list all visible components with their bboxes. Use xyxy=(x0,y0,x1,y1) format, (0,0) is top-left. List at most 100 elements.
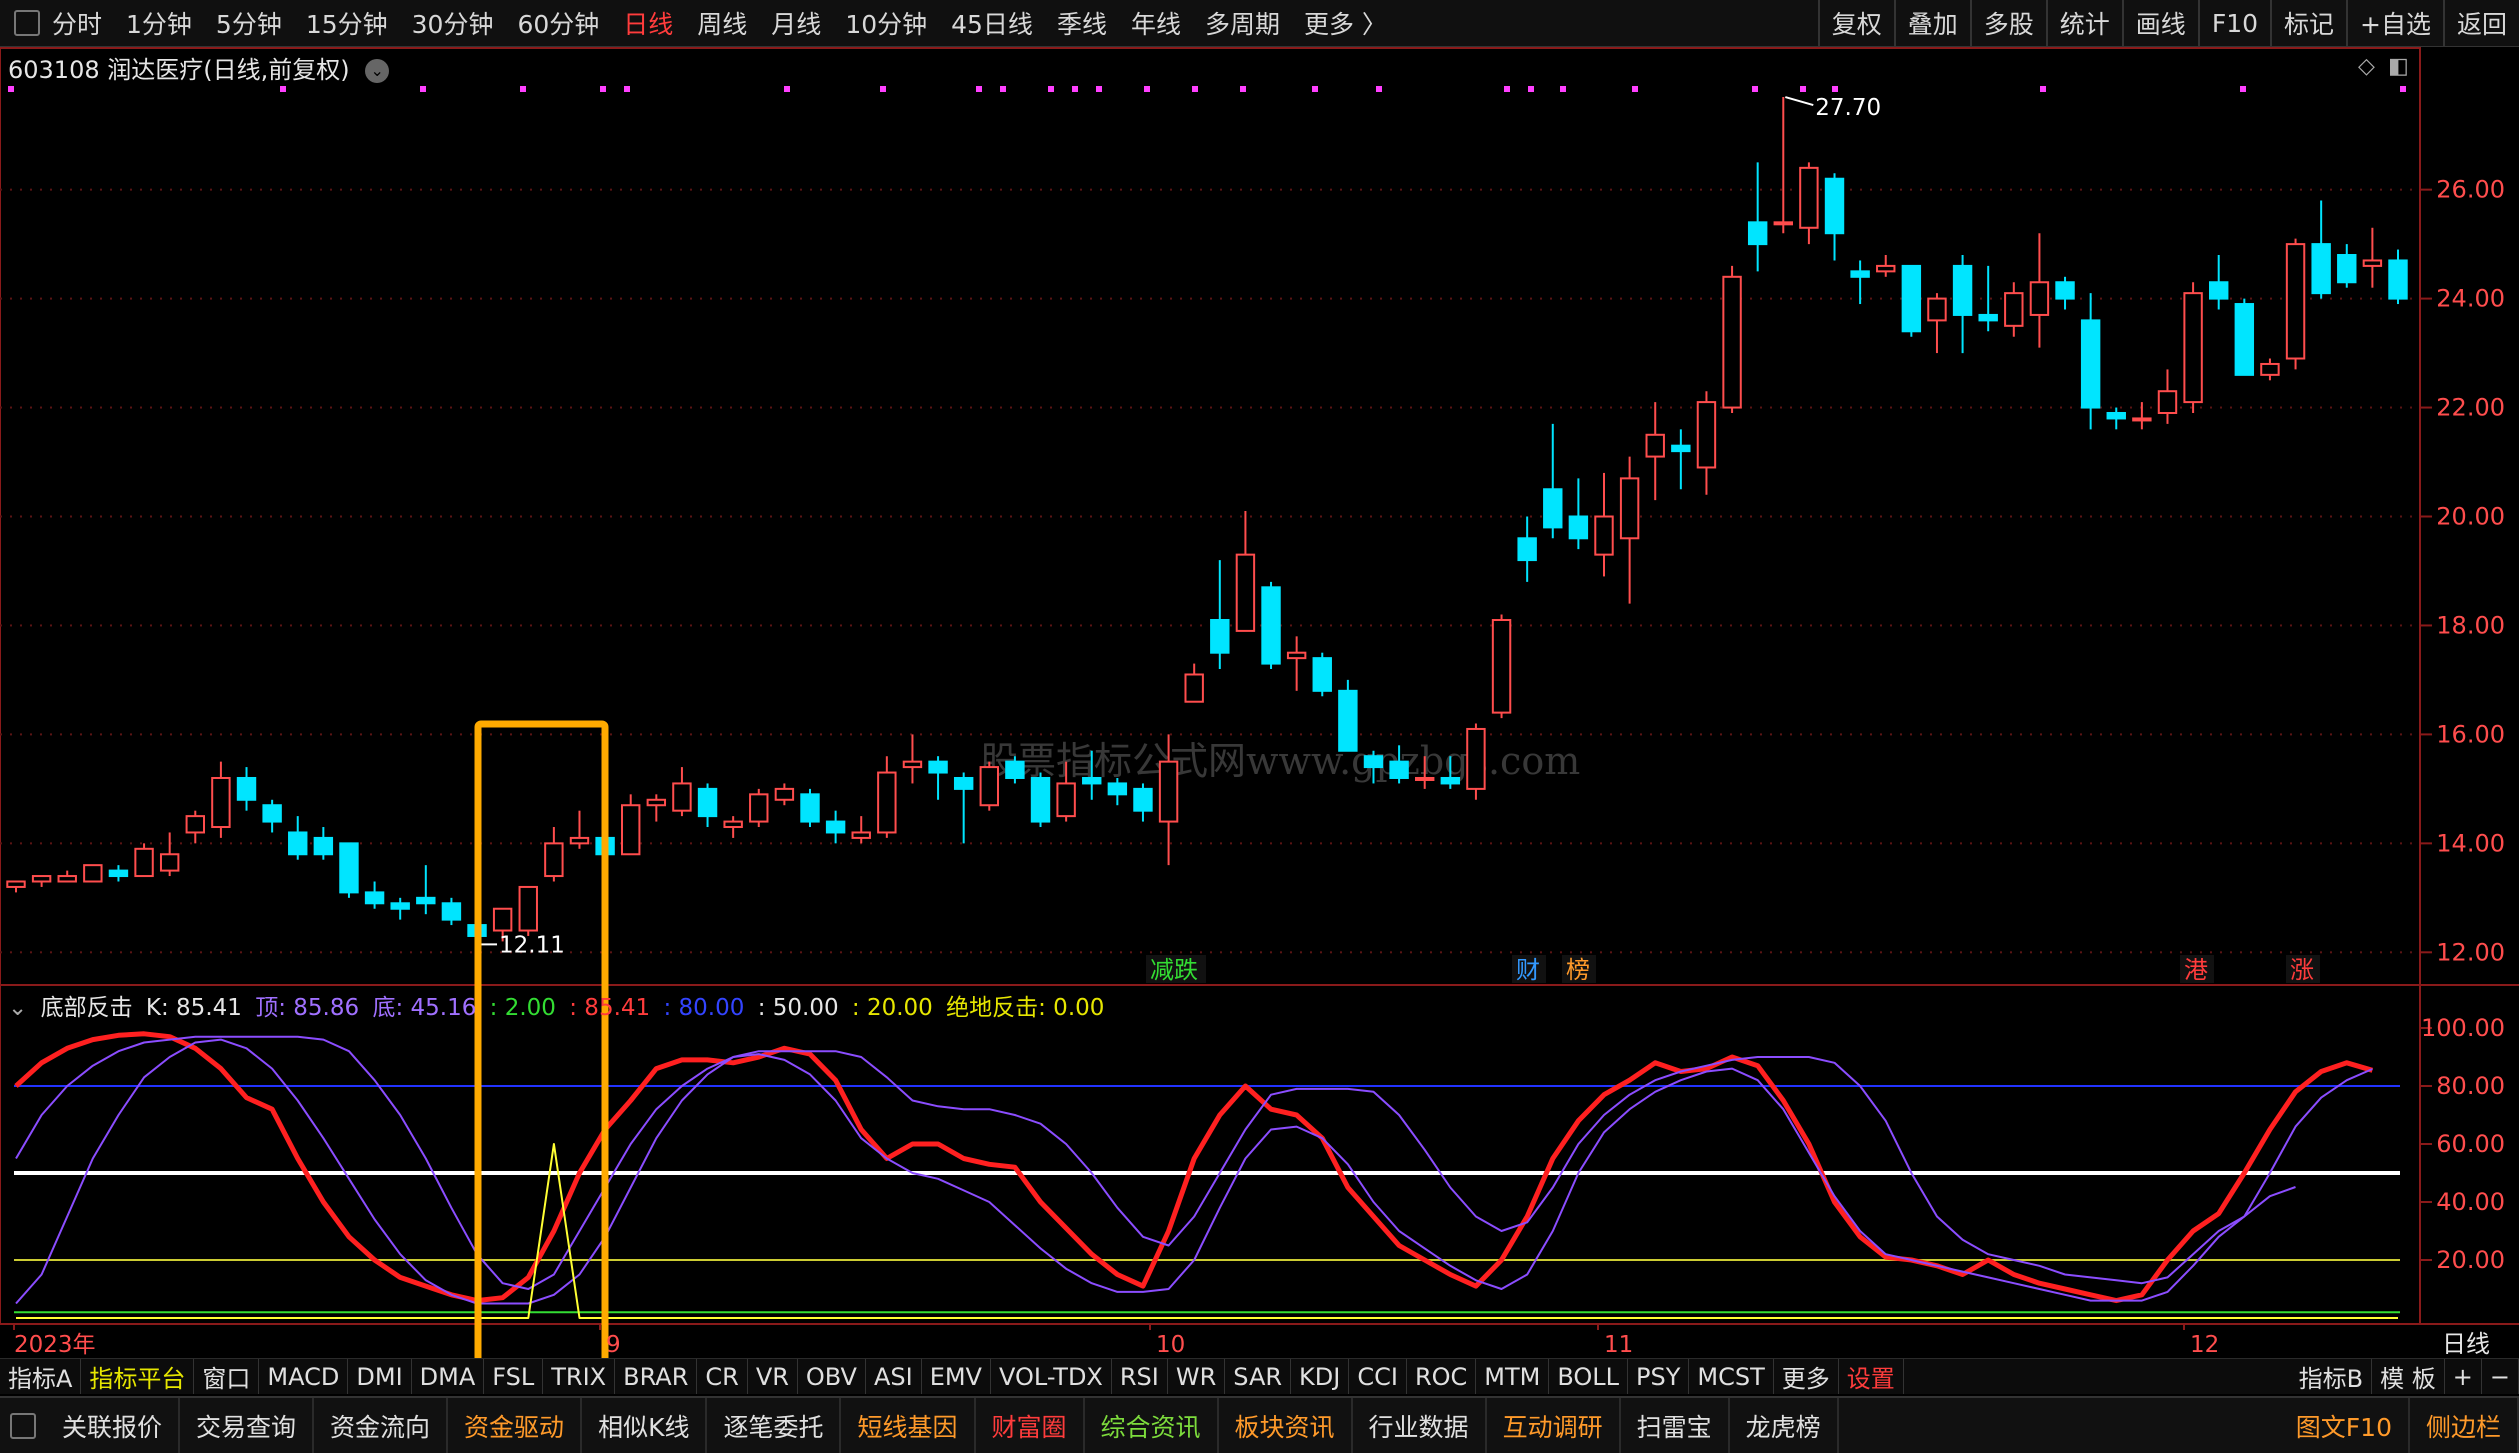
tab-22[interactable]: BOLL xyxy=(1549,1359,1629,1394)
tab-15[interactable]: RSI xyxy=(1112,1359,1168,1394)
price-gridline-dot xyxy=(1140,951,1142,954)
tab-17[interactable]: SAR xyxy=(1225,1359,1292,1394)
tab-1[interactable]: 指标平台 xyxy=(81,1359,195,1394)
bottom-tool-0[interactable]: 关联报价 xyxy=(46,1398,181,1453)
price-gridline-dot xyxy=(450,406,452,409)
price-gridline-dot xyxy=(1570,733,1572,736)
price-gridline-dot xyxy=(280,515,282,518)
price-gridline-dot xyxy=(790,951,792,954)
price-gridline-dot xyxy=(630,733,632,736)
tab-13[interactable]: EMV xyxy=(922,1359,991,1394)
bottom-tool-7[interactable]: 财富圈 xyxy=(976,1398,1085,1453)
tab-16[interactable]: WR xyxy=(1168,1359,1226,1394)
bottom-right-tool-1[interactable]: 侧边栏 xyxy=(2410,1398,2519,1453)
bottom-tool-13[interactable]: 龙虎榜 xyxy=(1730,1398,1839,1453)
candle xyxy=(1235,511,1256,632)
price-gridline-dot xyxy=(10,624,12,627)
price-gridline-dot xyxy=(730,842,732,845)
tab-7[interactable]: TRIX xyxy=(543,1359,616,1394)
price-gridline-dot xyxy=(1110,624,1112,627)
tab-8[interactable]: BRAR xyxy=(615,1359,698,1394)
price-gridline-dot xyxy=(1870,951,1872,954)
price-gridline-dot xyxy=(1840,297,1842,300)
tab-0[interactable]: 指标A xyxy=(0,1359,82,1394)
price-gridline-dot xyxy=(330,406,332,409)
price-gridline-dot xyxy=(1700,188,1702,191)
price-gridline-dot xyxy=(2400,406,2402,409)
tab-18[interactable]: KDJ xyxy=(1291,1359,1350,1394)
price-gridline-dot xyxy=(1230,406,1232,409)
tab-right-2[interactable]: + xyxy=(2445,1359,2482,1394)
tab-2[interactable]: 窗口 xyxy=(194,1359,260,1394)
price-gridline-dot xyxy=(2010,842,2012,845)
chevron-down-icon[interactable]: ⌄ xyxy=(8,995,27,1021)
price-gridline-dot xyxy=(2070,624,2072,627)
price-gridline-dot xyxy=(970,733,972,736)
tab-25[interactable]: 更多 xyxy=(1774,1359,1839,1394)
bottom-tool-2[interactable]: 资金流向 xyxy=(314,1398,449,1453)
tab-12[interactable]: ASI xyxy=(866,1359,922,1394)
price-gridline-dot xyxy=(1060,297,1062,300)
bottom-tool-5[interactable]: 逐笔委托 xyxy=(707,1398,842,1453)
price-gridline-dot xyxy=(800,297,802,300)
bottom-tool-9[interactable]: 板块资讯 xyxy=(1219,1398,1353,1453)
tab-right-0[interactable]: 指标B xyxy=(2291,1359,2373,1394)
chart-canvas[interactable]: 12.0014.0016.0018.0020.0022.0024.0026.00… xyxy=(0,0,2519,1451)
panel-icon[interactable] xyxy=(10,1412,36,1439)
price-gridline-dot xyxy=(20,515,22,518)
bottom-tool-12[interactable]: 扫雷宝 xyxy=(1621,1398,1730,1453)
price-gridline-dot xyxy=(1210,515,1212,518)
tab-24[interactable]: MCST xyxy=(1689,1359,1774,1394)
tab-3[interactable]: MACD xyxy=(259,1359,349,1394)
price-gridline-dot xyxy=(470,188,472,191)
price-gridline-dot xyxy=(730,188,732,191)
tab-4[interactable]: DMI xyxy=(348,1359,412,1394)
tab-right-1[interactable]: 模 板 xyxy=(2372,1359,2445,1394)
price-tick-label: 12.00 xyxy=(2436,938,2505,966)
price-gridline-dot xyxy=(2240,624,2242,627)
bottom-tool-3[interactable]: 资金驱动 xyxy=(448,1398,583,1453)
price-gridline-dot xyxy=(2050,188,2052,191)
candle xyxy=(2362,227,2383,288)
tab-26[interactable]: 设置 xyxy=(1839,1359,1904,1394)
bottom-tool-10[interactable]: 行业数据 xyxy=(1353,1398,1487,1453)
price-gridline-dot xyxy=(720,297,722,300)
tab-23[interactable]: PSY xyxy=(1628,1359,1690,1394)
ind-tick-label: 40.00 xyxy=(2436,1188,2505,1216)
price-gridline-dot xyxy=(880,624,882,627)
tab-14[interactable]: VOL-TDX xyxy=(991,1359,1112,1394)
price-gridline-dot xyxy=(1070,297,1072,300)
tab-21[interactable]: MTM xyxy=(1476,1359,1550,1394)
price-gridline-dot xyxy=(290,515,292,518)
price-gridline-dot xyxy=(1970,188,1972,191)
price-gridline-dot xyxy=(900,297,902,300)
bottom-tool-6[interactable]: 短线基因 xyxy=(841,1398,976,1453)
price-gridline-dot xyxy=(560,188,562,191)
tab-right-3[interactable]: − xyxy=(2482,1359,2519,1394)
price-gridline-dot xyxy=(2340,515,2342,518)
price-gridline-dot xyxy=(1720,188,1722,191)
tab-6[interactable]: FSL xyxy=(484,1359,544,1394)
bottom-right-tool-0[interactable]: 图文F10 xyxy=(2280,1398,2410,1453)
candle xyxy=(1645,402,1665,501)
tab-9[interactable]: CR xyxy=(697,1359,748,1394)
price-gridline-dot xyxy=(420,406,422,409)
bottom-tool-4[interactable]: 相似K线 xyxy=(582,1398,708,1453)
price-gridline-dot xyxy=(1280,188,1282,191)
bottom-tool-1[interactable]: 交易查询 xyxy=(180,1398,315,1453)
tab-5[interactable]: DMA xyxy=(412,1359,485,1394)
bottom-tool-11[interactable]: 互动调研 xyxy=(1487,1398,1621,1453)
price-gridline-dot xyxy=(850,842,852,845)
price-gridline-dot xyxy=(1120,842,1122,845)
price-gridline-dot xyxy=(190,406,192,409)
bottom-tool-8[interactable]: 综合资讯 xyxy=(1085,1398,1219,1453)
candle-body xyxy=(1696,401,1717,469)
tab-11[interactable]: OBV xyxy=(798,1359,866,1394)
price-gridline-dot xyxy=(1180,406,1182,409)
candle xyxy=(185,810,205,844)
price-gridline-dot xyxy=(110,624,112,627)
price-gridline-dot xyxy=(2050,624,2052,627)
tab-10[interactable]: VR xyxy=(748,1359,798,1394)
tab-19[interactable]: CCI xyxy=(1349,1359,1407,1394)
tab-20[interactable]: ROC xyxy=(1407,1359,1477,1394)
